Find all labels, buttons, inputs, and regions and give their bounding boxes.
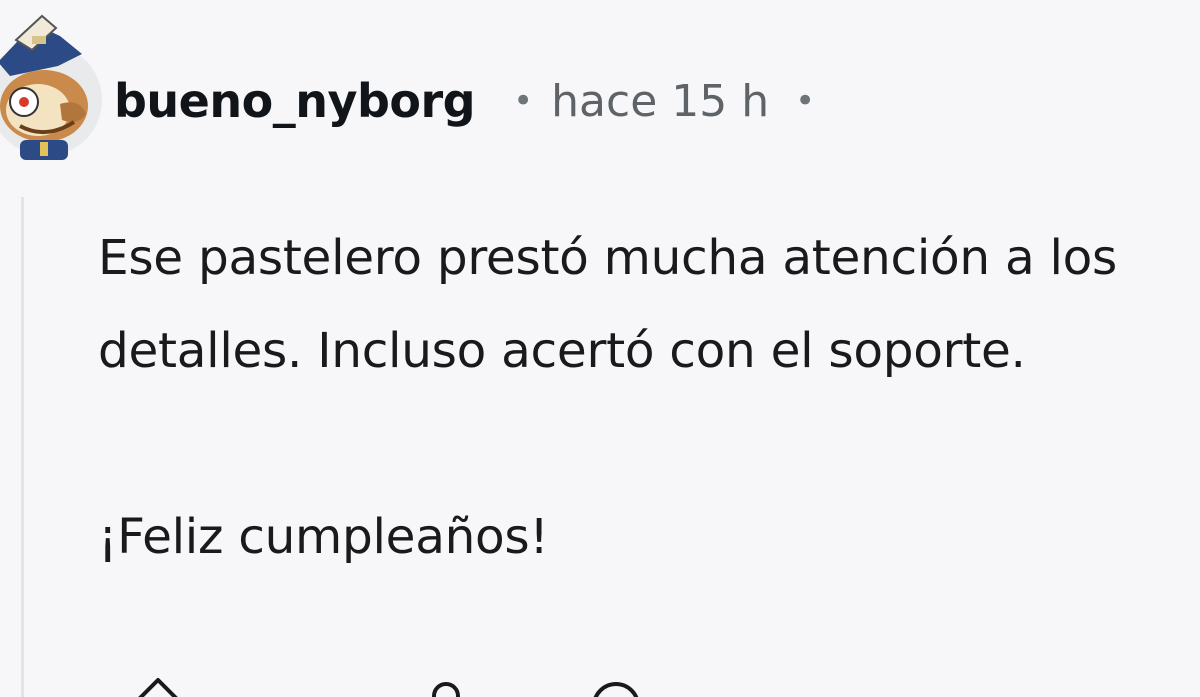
comment-card: bueno_nyborg • hace 15 h • Ese pastelero… bbox=[0, 0, 1200, 697]
comment-header: bueno_nyborg • hace 15 h • bbox=[114, 70, 815, 132]
award-icon[interactable] bbox=[416, 672, 476, 697]
meta-separator-trailing: • bbox=[795, 81, 816, 121]
comment-bubble-icon[interactable] bbox=[586, 672, 646, 697]
thread-line[interactable] bbox=[21, 197, 24, 697]
timestamp[interactable]: hace 15 h bbox=[551, 76, 769, 127]
username-link[interactable]: bueno_nyborg bbox=[114, 74, 476, 128]
comment-paragraph: Ese pastelero prestó mucha atención a lo… bbox=[98, 230, 1118, 379]
comment-action-bar bbox=[98, 672, 798, 697]
comment-paragraph: ¡Feliz cumpleaños! bbox=[98, 509, 549, 565]
upvote-arrow-icon[interactable] bbox=[128, 672, 188, 697]
meta-separator: • bbox=[513, 81, 534, 121]
comment-body: Ese pastelero prestó mucha atención a lo… bbox=[98, 212, 1198, 584]
avatar[interactable] bbox=[0, 14, 102, 160]
